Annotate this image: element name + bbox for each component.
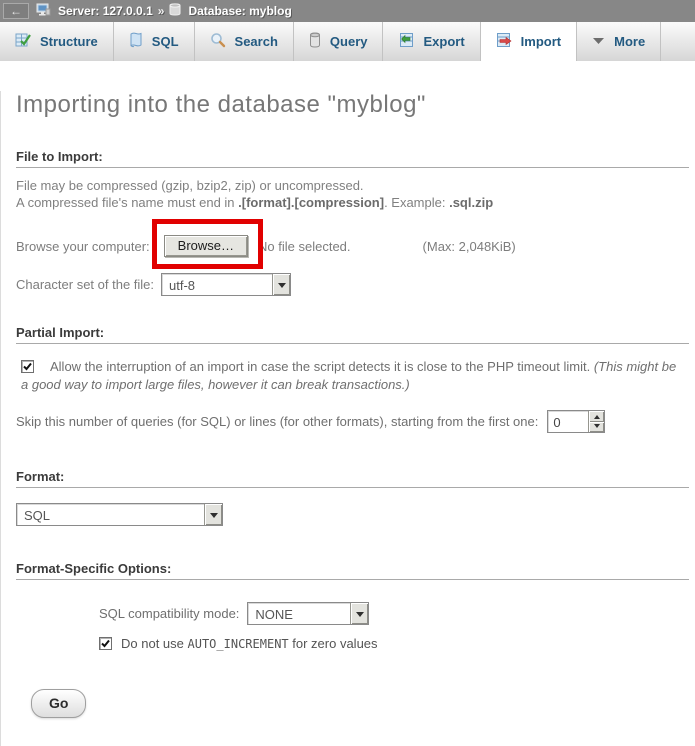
format-select-arrow-icon — [204, 504, 222, 525]
spinner-down-button[interactable] — [589, 422, 604, 433]
allow-interrupt-checkbox[interactable] — [21, 360, 34, 373]
file-info-line2a: A compressed file's name must end in — [16, 195, 238, 210]
breadcrumb-bar: ← Server: 127.0.0.1 » Database: myblog — [0, 0, 695, 22]
tab-more[interactable]: More — [577, 22, 661, 61]
breadcrumb-server-label: Server: 127.0.0.1 — [58, 4, 153, 18]
charset-row: Character set of the file: utf-8 — [16, 273, 695, 296]
back-arrow-icon: ← — [10, 5, 22, 17]
tab-label: More — [614, 34, 645, 49]
export-icon — [398, 32, 414, 51]
query-icon — [309, 32, 321, 51]
breadcrumb-database[interactable]: Database: myblog — [169, 3, 291, 19]
file-info-line1: File may be compressed (gzip, bzip2, zip… — [16, 178, 364, 193]
autoincrement-label-b: for zero values — [289, 636, 378, 651]
format-select-value: SQL — [17, 504, 204, 525]
spinner-buttons — [588, 411, 604, 432]
browse-label: Browse your computer: — [16, 239, 150, 254]
skip-queries-input[interactable]: 0 — [547, 410, 605, 433]
autoincrement-checkbox[interactable] — [99, 637, 112, 650]
format-heading: Format: — [16, 469, 689, 488]
tab-label: Search — [235, 34, 278, 49]
structure-icon — [15, 32, 31, 51]
sql-compat-label: SQL compatibility mode: — [99, 606, 239, 621]
tab-label: Import — [521, 34, 561, 49]
sql-compat-select-arrow-icon — [350, 603, 368, 624]
format-select[interactable]: SQL — [16, 503, 223, 526]
sql-compat-select-value: NONE — [248, 603, 350, 624]
checkmark-icon — [100, 638, 111, 649]
back-button[interactable]: ← — [3, 3, 29, 19]
file-selected-status: No file selected. — [258, 239, 351, 254]
tab-export[interactable]: Export — [383, 22, 480, 61]
tab-import[interactable]: Import — [481, 22, 577, 61]
autoincrement-label-a: Do not use — [121, 636, 188, 651]
go-button[interactable]: Go — [31, 689, 86, 718]
format-options-heading: Format-Specific Options: — [16, 561, 689, 580]
sql-compat-select[interactable]: NONE — [247, 602, 369, 625]
file-info-format-pattern: .[format].[compression] — [238, 195, 384, 210]
autoincrement-row: Do not use AUTO_INCREMENT for zero value… — [99, 636, 695, 651]
charset-select-value: utf-8 — [162, 274, 272, 295]
sql-compat-row: SQL compatibility mode: NONE — [99, 602, 695, 625]
partial-import-heading: Partial Import: — [16, 325, 689, 344]
spinner-up-icon — [594, 412, 600, 419]
spinner-down-icon — [594, 424, 600, 431]
autoincrement-keyword: AUTO_INCREMENT — [188, 637, 289, 651]
tab-structure[interactable]: Structure — [0, 22, 114, 61]
chevron-down-icon — [592, 34, 605, 49]
checkmark-icon — [22, 361, 33, 372]
file-info-example: .sql.zip — [449, 195, 493, 210]
file-info-line2c: . Example: — [384, 195, 449, 210]
tab-label: SQL — [152, 34, 179, 49]
tabbar-filler — [661, 22, 695, 61]
spinner-up-button[interactable] — [589, 411, 604, 422]
tab-label: Export — [423, 34, 464, 49]
breadcrumb-server[interactable]: Server: 127.0.0.1 — [36, 3, 153, 19]
format-row: SQL — [16, 503, 695, 526]
file-to-import-heading: File to Import: — [16, 149, 689, 168]
tab-label: Query — [330, 34, 368, 49]
search-icon — [210, 32, 226, 51]
skip-queries-label: Skip this number of queries (for SQL) or… — [16, 414, 538, 429]
charset-label: Character set of the file: — [16, 277, 154, 292]
server-icon — [36, 3, 51, 19]
database-icon — [169, 3, 181, 19]
allow-interrupt-label: Allow the interruption of an import in c… — [50, 359, 594, 374]
allow-interrupt-row: Allow the interruption of an import in c… — [21, 358, 680, 394]
autoincrement-label: Do not use AUTO_INCREMENT for zero value… — [121, 636, 378, 651]
tab-query[interactable]: Query — [294, 22, 384, 61]
breadcrumb-database-label: Database: myblog — [188, 4, 291, 18]
page-title: Importing into the database "myblog" — [16, 91, 680, 119]
sql-icon — [129, 32, 143, 51]
max-upload-size: (Max: 2,048KiB) — [423, 239, 516, 254]
import-icon — [496, 32, 512, 51]
tab-search[interactable]: Search — [195, 22, 294, 61]
browse-row: Browse your computer: Browse… No file se… — [16, 236, 695, 256]
browse-button[interactable]: Browse… — [164, 235, 248, 257]
tab-bar: Structure SQL Search Query Export Import — [0, 22, 695, 61]
file-info-text: File may be compressed (gzip, bzip2, zip… — [16, 177, 680, 211]
charset-select-arrow-icon — [272, 274, 290, 295]
charset-select[interactable]: utf-8 — [161, 273, 291, 296]
tab-sql[interactable]: SQL — [114, 22, 195, 61]
skip-queries-row: Skip this number of queries (for SQL) or… — [16, 410, 695, 433]
breadcrumb-separator: » — [158, 4, 165, 18]
skip-queries-value: 0 — [548, 411, 588, 432]
tab-label: Structure — [40, 34, 98, 49]
import-page: Importing into the database "myblog" Fil… — [0, 91, 695, 746]
